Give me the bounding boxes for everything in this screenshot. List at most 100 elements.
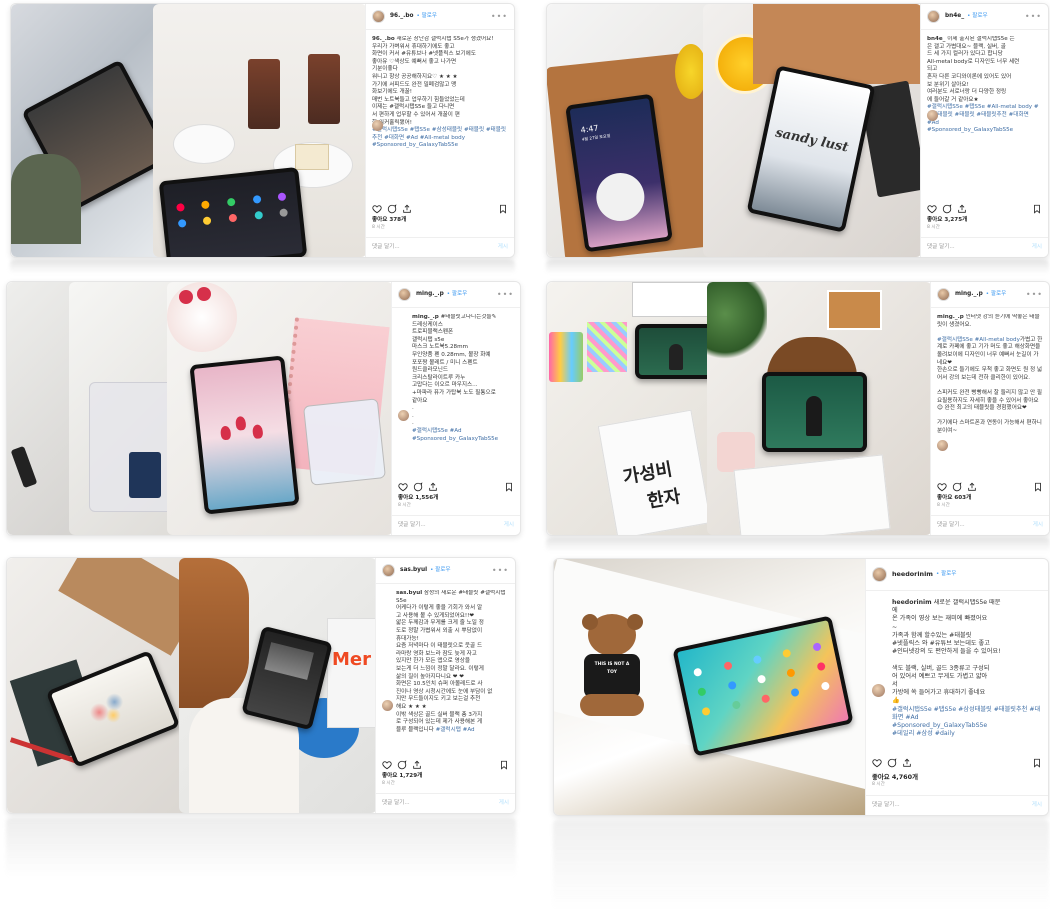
caption-hashtags[interactable]: #갤럭시탭S5e #All-metal body	[937, 337, 1020, 343]
post-photo-carousel[interactable]: 4:47 4월 27일 토요일 sandy lust	[547, 4, 922, 257]
comment-input[interactable]: 댓글 달기...	[372, 244, 400, 252]
username[interactable]: bn4e_	[945, 13, 964, 21]
caption-hashtags[interactable]: #갤럭시탭S5e #Ad #Sponsored_by_GalaxyTabS5e	[412, 428, 498, 442]
heart-icon[interactable]	[937, 482, 947, 492]
share-icon[interactable]	[967, 482, 977, 492]
caption-username[interactable]: 96._.bo	[372, 36, 395, 42]
bag-logo: Mer	[332, 649, 371, 670]
commenter-avatar[interactable]	[872, 684, 885, 697]
comment-box[interactable]: 댓글 달기... 게시	[866, 795, 1048, 815]
follow-button[interactable]: • 팔로우	[936, 570, 957, 578]
comment-input[interactable]: 댓글 달기...	[937, 522, 965, 530]
post-comment-button[interactable]: 게시	[1032, 244, 1042, 252]
post-photo-carousel[interactable]	[11, 4, 367, 257]
commenter-avatar[interactable]	[382, 700, 393, 711]
comment-box[interactable]: 댓글 달기... 게시	[921, 237, 1048, 257]
post-comment-button[interactable]: 게시	[1033, 522, 1043, 530]
username[interactable]: sas.byul	[400, 567, 427, 575]
bookmark-icon[interactable]	[499, 760, 509, 770]
more-icon[interactable]: •••	[497, 290, 514, 299]
share-icon[interactable]	[957, 204, 967, 214]
bookmark-icon[interactable]	[1032, 758, 1042, 768]
follow-button[interactable]: • 팔로우	[417, 13, 438, 21]
share-icon[interactable]	[412, 760, 422, 770]
follow-button[interactable]: • 팔로우	[447, 291, 468, 299]
caption-hashtags[interactable]: #갤럭시탭S5e #탭S5e #삼성태블릿 #태블릿추천 #대화면 #Ad #S…	[892, 706, 1040, 738]
comment-box[interactable]: 댓글 달기... 게시	[366, 237, 514, 257]
wood-shelf	[58, 558, 192, 656]
bookmark-icon[interactable]	[504, 482, 514, 492]
caption-hashtags[interactable]: #갤럭시탭S5e #탭S5e #삼성태블릿 #태블릿 #태블릿추천 #대화면 #…	[372, 127, 506, 148]
post-comment-button[interactable]: 게시	[504, 522, 514, 530]
comment-icon[interactable]	[952, 482, 962, 492]
share-icon[interactable]	[902, 758, 912, 768]
instagram-post-5: Mer sas.byul • 팔로우 ••• sas.byul 삼성의 새로운 …	[6, 557, 516, 814]
more-icon[interactable]: •••	[1025, 12, 1042, 21]
follow-button[interactable]: • 팔로우	[430, 567, 451, 575]
post-header: ming._.p • 팔로우 •••	[392, 282, 520, 308]
username[interactable]: 96._.bo	[390, 13, 414, 21]
share-icon[interactable]	[402, 204, 412, 214]
username[interactable]: ming._.p	[416, 291, 444, 299]
post-comment-button[interactable]: 게시	[498, 244, 508, 252]
caption-username[interactable]: ming._.p	[937, 314, 964, 320]
more-icon[interactable]: •••	[1026, 290, 1043, 299]
heart-icon[interactable]	[927, 204, 937, 214]
heart-icon[interactable]	[398, 482, 408, 492]
commenter-avatar[interactable]	[927, 110, 938, 121]
avatar[interactable]	[398, 288, 411, 301]
heart-icon[interactable]	[872, 758, 882, 768]
post-photo-carousel[interactable]: THIS IS NOT A TOY	[554, 559, 867, 815]
avatar[interactable]	[872, 567, 887, 582]
caption-username[interactable]: sas.byul	[396, 590, 422, 596]
comment-box[interactable]: 댓글 달기... 게시	[392, 515, 520, 535]
bookmark-icon[interactable]	[498, 204, 508, 214]
caption-hashtags[interactable]: #갤럭시탭 #Ad	[436, 727, 475, 733]
comment-icon[interactable]	[887, 758, 897, 768]
bookmark-icon[interactable]	[1033, 482, 1043, 492]
comment-input[interactable]: 댓글 달기...	[398, 522, 426, 530]
comment-box[interactable]: 댓글 달기... 게시	[376, 793, 515, 813]
comment-icon[interactable]	[942, 204, 952, 214]
instagram-post-4: 가성비 한자 ming._.p • 팔로우 ••• ming._.p 인터넷 강…	[546, 281, 1050, 536]
more-icon[interactable]: •••	[491, 12, 508, 21]
comment-box[interactable]: 댓글 달기... 게시	[931, 515, 1049, 535]
commenter-avatar[interactable]	[937, 440, 948, 451]
bear-legs	[580, 694, 644, 716]
comment-input[interactable]: 댓글 달기...	[927, 244, 955, 252]
avatar[interactable]	[937, 288, 950, 301]
follow-button[interactable]: • 팔로우	[986, 291, 1007, 299]
tablet-screen	[639, 328, 711, 375]
caption-hashtags[interactable]: #갤럭시탭S5e #탭S5e #All-metal body #삼성태블릿 #태…	[927, 104, 1039, 133]
likes-count[interactable]: 좋아요 4,760개	[872, 773, 918, 781]
comment-icon[interactable]	[413, 482, 423, 492]
caption-username[interactable]: bn4e_	[927, 36, 945, 42]
commenter-avatar[interactable]	[398, 410, 409, 421]
comment-input[interactable]: 댓글 달기...	[872, 801, 900, 809]
comment-input[interactable]: 댓글 달기...	[382, 800, 410, 808]
post-photo-carousel[interactable]: 가성비 한자	[547, 282, 932, 535]
post-comment-button[interactable]: 게시	[1032, 801, 1042, 809]
avatar[interactable]	[382, 564, 395, 577]
avatar[interactable]	[372, 10, 385, 23]
heart-icon[interactable]	[372, 204, 382, 214]
caption-username[interactable]: heedorinim	[892, 599, 932, 606]
post-comment-button[interactable]: 게시	[499, 800, 509, 808]
comment-icon[interactable]	[387, 204, 397, 214]
username[interactable]: heedorinim	[892, 570, 933, 578]
post-photo-carousel[interactable]: Mer	[7, 558, 377, 813]
post-caption: bn4e_ 이제 출시된 갤럭시탭S5e 는 은 갤고 가볍대요~ 블랙, 실버…	[927, 36, 1042, 201]
heart-icon[interactable]	[382, 760, 392, 770]
post-photo-carousel[interactable]	[7, 282, 393, 535]
username[interactable]: ming._.p	[955, 291, 983, 299]
bookmark-icon[interactable]	[1032, 204, 1042, 214]
commenter-avatar[interactable]	[372, 120, 383, 131]
post-reflection	[10, 260, 515, 274]
more-icon[interactable]: •••	[492, 566, 509, 575]
avatar[interactable]	[927, 10, 940, 23]
follow-button[interactable]: • 팔로우	[967, 13, 988, 21]
post-actions	[927, 203, 1042, 215]
caption-username[interactable]: ming._.p	[412, 314, 439, 320]
comment-icon[interactable]	[397, 760, 407, 770]
share-icon[interactable]	[428, 482, 438, 492]
